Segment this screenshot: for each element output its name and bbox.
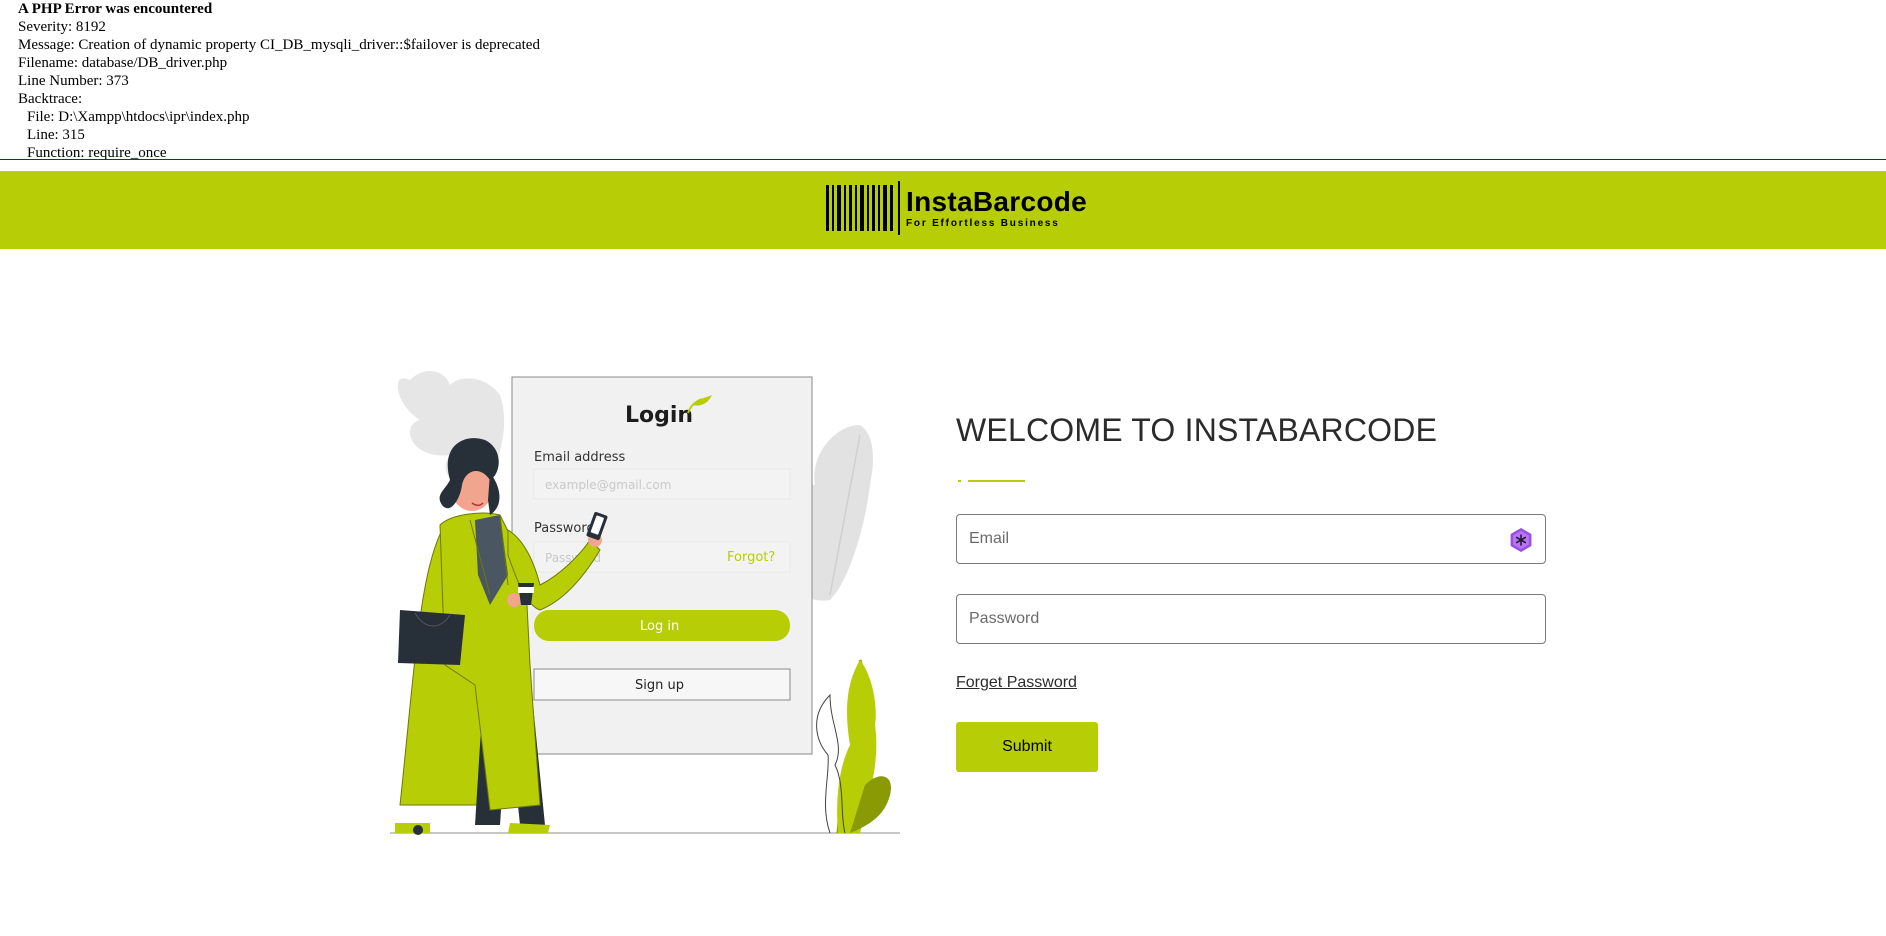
- php-error-backtrace-label: Backtrace:: [18, 91, 83, 107]
- mock-card-title: Login: [625, 403, 693, 428]
- forget-password-link[interactable]: Forget Password: [956, 674, 1077, 692]
- submit-button[interactable]: Submit: [956, 722, 1098, 772]
- login-illustration: Login Email address example@gmail.com Pa…: [390, 365, 910, 835]
- brand-tagline: For Effortless Business: [906, 217, 1060, 229]
- php-error-severity: Severity: 8192: [18, 19, 106, 35]
- password-field-wrapper: [956, 594, 1546, 644]
- mock-forgot-link: Forgot?: [727, 550, 775, 565]
- email-input[interactable]: [957, 515, 1545, 563]
- mock-signup-button: Sign up: [635, 678, 684, 693]
- site-logo[interactable]: InstaBarcode For Effortless Business: [826, 181, 1087, 235]
- mock-email-label: Email address: [534, 450, 626, 465]
- barcode-icon: [826, 185, 896, 231]
- password-manager-icon[interactable]: [1508, 527, 1534, 553]
- email-field-wrapper: [956, 514, 1546, 564]
- plant-decoration: [816, 659, 891, 834]
- php-error-line-number: Line Number: 373: [18, 73, 129, 89]
- php-error-message: Message: Creation of dynamic property CI…: [18, 37, 540, 53]
- mock-login-button: Log in: [640, 619, 679, 634]
- welcome-title: WELCOME TO INSTABARCODE: [956, 412, 1438, 448]
- php-error-backtrace-file: File: D:\Xampp\htdocs\ipr\index.php: [27, 109, 250, 125]
- mock-email-placeholder: example@gmail.com: [545, 478, 671, 492]
- php-error-filename: Filename: database/DB_driver.php: [18, 55, 228, 71]
- php-error-backtrace-line: Line: 315: [27, 127, 85, 143]
- brand-name: InstaBarcode: [906, 185, 1087, 217]
- php-error-divider: [0, 159, 1886, 160]
- php-error-notice: A PHP Error was encountered Severity: 81…: [18, 0, 1886, 162]
- mock-password-label: Password: [534, 521, 595, 536]
- logo-divider: [898, 181, 900, 235]
- password-input[interactable]: [957, 595, 1545, 643]
- php-error-heading: A PHP Error was encountered: [18, 1, 213, 17]
